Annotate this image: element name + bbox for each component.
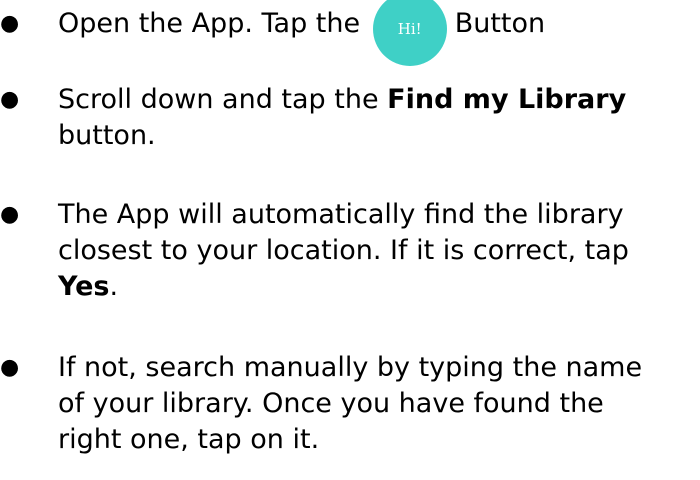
step-3-text: The App will automatically find the libr… [58, 197, 629, 305]
bullet-icon: ● [0, 11, 20, 36]
instruction-list: ● Open the App. Tap the Hi! Button ● Scro… [0, 0, 700, 480]
bullet-icon: ● [0, 87, 20, 112]
find-my-library-label: Find my Library [387, 84, 627, 115]
step-1-text-after: Button [454, 8, 546, 39]
step-4-line-1: If not, search manually by typing the na… [58, 352, 643, 383]
bullet-icon: ● [0, 355, 20, 380]
step-1-text: Open the App. Tap the Hi! Button [58, 0, 546, 66]
step-4-line-2: of your library. Once you have found the [58, 388, 604, 419]
step-4-line-3: right one, tap on it. [58, 424, 320, 455]
step-3-line-2: closest to your location. If it is corre… [58, 235, 629, 266]
step-2-line-1: Scroll down and tap the [58, 84, 388, 115]
step-2-text: Scroll down and tap the Find my Library … [58, 82, 626, 154]
step-2-line-2: button. [58, 120, 156, 151]
step-1-text-before: Open the App. Tap the [58, 8, 361, 39]
step-3-line-1: The App will automatically find the libr… [58, 199, 624, 230]
bullet-icon: ● [0, 202, 20, 227]
yes-label: Yes [58, 271, 110, 302]
step-4-text: If not, search manually by typing the na… [58, 350, 642, 458]
step-3-period: . [109, 271, 119, 302]
hi-button[interactable]: Hi! [372, 0, 447, 66]
